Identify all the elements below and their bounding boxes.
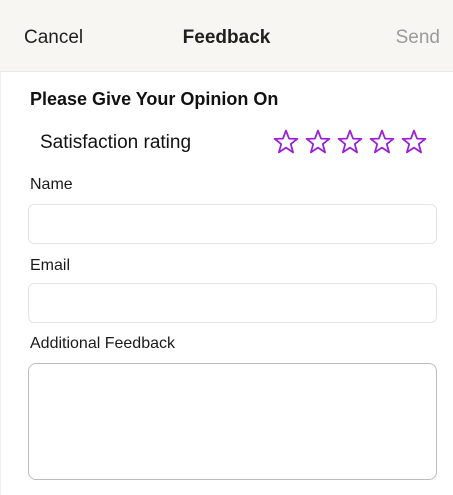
star-outline-icon[interactable] — [304, 128, 332, 156]
satisfaction-rating-label: Satisfaction rating — [40, 132, 192, 153]
name-label: Name — [30, 176, 73, 193]
star-outline-icon[interactable] — [400, 128, 428, 156]
send-button[interactable]: Send — [396, 27, 440, 49]
star-outline-icon[interactable] — [272, 128, 300, 156]
navigation-bar: Cancel Feedback Send — [0, 0, 453, 72]
email-input[interactable] — [28, 283, 437, 323]
additional-feedback-label: Additional Feedback — [30, 335, 175, 352]
star-rating — [272, 128, 428, 156]
additional-feedback-textarea[interactable] — [28, 363, 437, 480]
satisfaction-rating-row: Satisfaction rating — [0, 126, 453, 160]
name-input[interactable] — [28, 204, 437, 244]
email-label: Email — [30, 257, 71, 274]
cancel-button[interactable]: Cancel — [24, 27, 83, 49]
star-outline-icon[interactable] — [336, 128, 364, 156]
section-title: Please Give Your Opinion On — [30, 89, 279, 109]
star-outline-icon[interactable] — [368, 128, 396, 156]
